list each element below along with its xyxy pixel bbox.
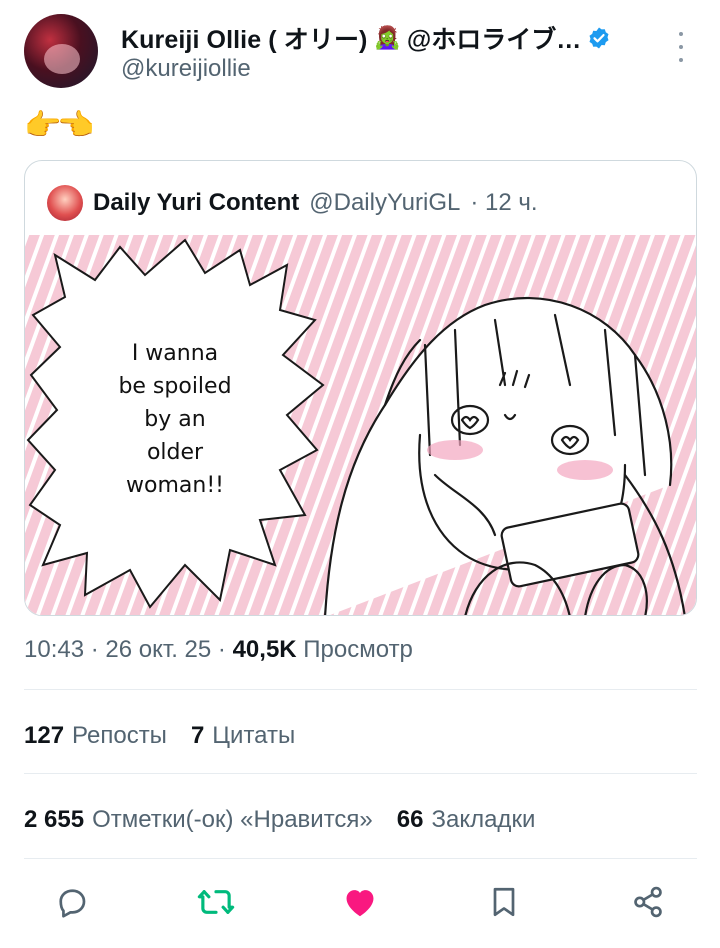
divider	[24, 858, 697, 859]
tweet-date[interactable]: · 26 окт. 25 ·	[91, 636, 226, 663]
views-count: 40,5K	[232, 636, 297, 663]
share-button[interactable]	[626, 880, 670, 924]
stats-row-1: 127 Репосты 7 Цитаты	[24, 722, 295, 750]
stats-row-2: 2 655 Отметки(-ок) «Нравится» 66 Закладки	[24, 806, 535, 834]
speech-line-4: older	[147, 440, 204, 465]
quoted-author-handle: @DailyYuriGL	[309, 189, 461, 216]
speech-bubble-icon	[59, 889, 86, 918]
quotes-stat[interactable]: 7 Цитаты	[191, 722, 295, 750]
verified-badge-icon	[587, 26, 611, 50]
quoted-tweet-time: · 12 ч.	[470, 189, 538, 216]
quotes-count: 7	[190, 722, 205, 749]
reposts-stat[interactable]: 127 Репосты	[24, 722, 167, 750]
quoted-author-name: Daily Yuri Content	[93, 189, 300, 216]
divider	[24, 773, 697, 774]
reposts-label: Репосты	[72, 722, 167, 749]
bookmarks-count: 66	[396, 806, 424, 833]
author-avatar[interactable]	[24, 14, 98, 88]
share-nodes-icon	[634, 886, 662, 918]
quoted-tweet-header: Daily Yuri Content @DailyYuriGL · 12 ч.	[47, 185, 538, 221]
bookmark-button[interactable]	[482, 880, 526, 924]
zombie-emoji: 🧟‍♀️	[373, 25, 401, 50]
speech-line-5: woman!!	[126, 473, 224, 498]
tweet-meta: 10:43 · 26 окт. 25 · 40,5K Просмотр	[24, 636, 413, 664]
author-name-suffix: @ホロライブ…	[406, 26, 582, 54]
bookmarks-label: Закладки	[431, 806, 536, 833]
speech-line-1: I wanna	[132, 341, 218, 366]
speech-line-2: be spoiled	[118, 374, 231, 399]
repost-button[interactable]	[194, 880, 238, 924]
quoted-author-avatar	[47, 185, 83, 221]
quoted-tweet-card[interactable]: Daily Yuri Content @DailyYuriGL · 12 ч. …	[24, 160, 697, 616]
author-display-name[interactable]: Kureiji Ollie ( オリー)	[121, 20, 367, 56]
likes-count: 2 655	[24, 806, 85, 833]
more-options-icon[interactable]	[674, 32, 688, 62]
speech-line-3: by an	[144, 407, 205, 432]
tweet-text: 👉👈	[24, 109, 95, 142]
action-bar	[0, 880, 720, 930]
author-name-row[interactable]: Kureiji Ollie ( オリー) 🧟‍♀️ @ホロライブ…	[121, 20, 661, 56]
heart-icon	[346, 890, 374, 917]
author-handle[interactable]: @kureijiollie	[121, 55, 251, 83]
quotes-label: Цитаты	[212, 722, 296, 749]
likes-label: Отметки(-ок) «Нравится»	[92, 806, 373, 833]
reply-button[interactable]	[50, 880, 94, 924]
like-button[interactable]	[338, 880, 382, 924]
bookmarks-stat[interactable]: 66 Закладки	[397, 806, 536, 834]
divider	[24, 689, 697, 690]
views-label: Просмотр	[303, 636, 413, 663]
tweet-time[interactable]: 10:43	[24, 636, 84, 663]
repost-arrows-icon	[197, 890, 235, 914]
reposts-count: 127	[24, 722, 65, 749]
bookmark-icon	[493, 887, 515, 917]
quoted-tweet-image[interactable]: I wanna be spoiled by an older woman!!	[25, 235, 696, 615]
likes-stat[interactable]: 2 655 Отметки(-ок) «Нравится»	[24, 806, 373, 834]
